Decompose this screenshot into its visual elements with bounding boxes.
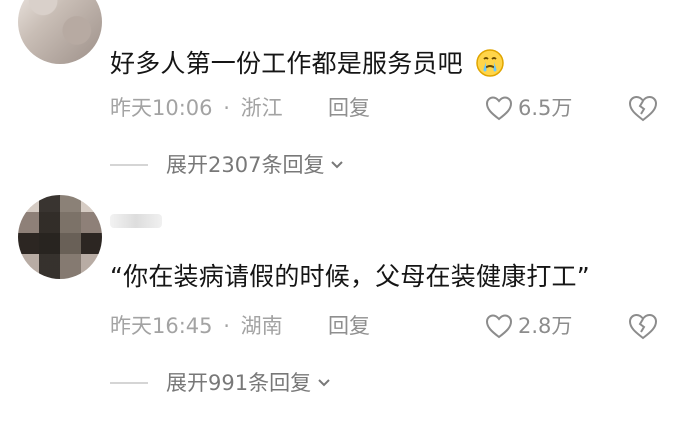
divider xyxy=(110,382,148,384)
author-name xyxy=(110,214,162,228)
expand-replies-label: 展开2307条回复 xyxy=(166,153,325,177)
dislike-button[interactable] xyxy=(626,310,660,344)
broken-heart-icon xyxy=(628,313,658,340)
comment-text: 好多人第一份工作都是服务员吧 xyxy=(110,48,505,80)
dislike-button[interactable] xyxy=(626,92,660,126)
like-count: 6.5万 xyxy=(518,96,573,120)
broken-heart-icon xyxy=(628,95,658,122)
comment-time: 昨天16:45 xyxy=(110,314,213,338)
comment-meta: 昨天16:45 · 湖南 xyxy=(110,312,283,340)
crying-face-icon xyxy=(475,48,505,78)
meta-separator: · xyxy=(223,314,230,338)
expand-replies-label: 展开991条回复 xyxy=(166,371,312,395)
chevron-down-icon xyxy=(318,379,330,387)
comment-location: 湖南 xyxy=(240,314,283,338)
reply-button[interactable]: 回复 xyxy=(328,312,370,340)
like-button[interactable]: 6.5万 xyxy=(484,93,572,123)
reply-button[interactable]: 回复 xyxy=(328,94,370,122)
like-count: 2.8万 xyxy=(518,314,573,338)
avatar[interactable] xyxy=(18,0,102,64)
divider xyxy=(110,164,148,166)
avatar[interactable] xyxy=(18,195,102,279)
comment-text: “你在装病请假的时候，父母在装健康打工” xyxy=(110,262,590,291)
like-button[interactable]: 2.8万 xyxy=(484,311,572,341)
heart-icon xyxy=(485,314,513,339)
expand-replies-button[interactable]: 展开2307条回复 xyxy=(110,151,346,179)
chevron-down-icon xyxy=(331,161,344,169)
expand-replies-button[interactable]: 展开991条回复 xyxy=(110,369,333,397)
comment-meta: 昨天10:06 · 浙江 xyxy=(110,94,283,122)
meta-separator: · xyxy=(223,96,230,120)
comment-location: 浙江 xyxy=(240,96,283,120)
heart-icon xyxy=(485,96,513,121)
comment-time: 昨天10:06 xyxy=(110,96,213,120)
